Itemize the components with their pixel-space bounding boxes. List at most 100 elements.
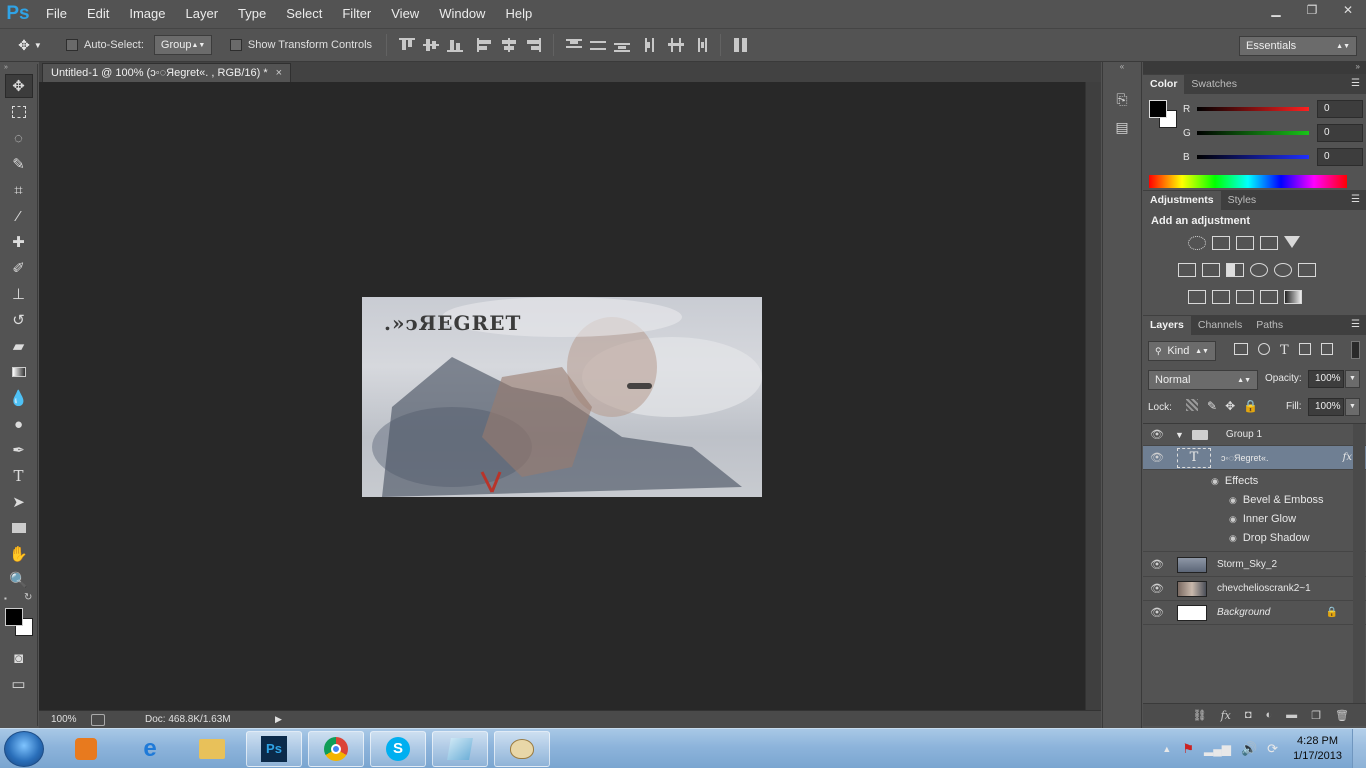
close-tab-icon[interactable]: × [276,67,282,79]
levels-icon[interactable] [1212,236,1230,250]
align-top-icon[interactable] [399,38,416,52]
history-brush-tool-icon[interactable]: ↺ [5,308,33,332]
effects-header[interactable]: ◉ Effects [1211,475,1258,487]
filter-toggle-icon[interactable] [1351,341,1360,359]
eye-icon[interactable]: ◉ [1229,533,1237,544]
marquee-tool-icon[interactable] [5,100,33,124]
blend-mode-dropdown[interactable]: Normal ▲▼ [1148,370,1258,390]
workspace-dropdown[interactable]: Essentials ▲▼ [1239,36,1357,56]
align-vcenter-icon[interactable] [423,38,440,52]
type-tool-icon[interactable]: T [5,464,33,488]
exposure-icon[interactable] [1260,236,1278,250]
opacity-value[interactable]: 100% [1308,370,1344,388]
pen-tool-icon[interactable]: ✒ [5,438,33,462]
document-tab[interactable]: Untitled-1 @ 100% (ↄ◦◌Яegret«. , RGB/16)… [42,63,292,82]
effect-item[interactable]: ◉ Bevel & Emboss [1229,494,1324,506]
blur-tool-icon[interactable]: 💧 [5,386,33,410]
distribute-right-icon[interactable] [692,38,708,52]
menu-view[interactable]: View [381,0,429,28]
color-balance-icon[interactable] [1202,263,1220,277]
clone-stamp-tool-icon[interactable]: ⊥ [5,282,33,306]
action-center-icon[interactable]: ⚑ [1182,741,1194,757]
panel-foreground-color[interactable] [1149,100,1167,118]
add-style-icon[interactable]: fx [1221,709,1231,722]
quick-selection-tool-icon[interactable]: ✎ [5,152,33,176]
vertical-scrollbar[interactable] [1085,82,1101,710]
brightness-contrast-icon[interactable] [1188,236,1206,250]
eye-icon[interactable]: ◉ [1229,495,1237,506]
minimize-icon[interactable]: ▁ [1258,0,1294,20]
eye-icon[interactable]: ◉ [1211,476,1219,487]
tab-adjustments[interactable]: Adjustments [1143,191,1221,210]
menu-type[interactable]: Type [228,0,276,28]
menu-file[interactable]: File [36,0,77,28]
show-transform-checkbox[interactable]: Show Transform Controls [229,39,372,51]
close-icon[interactable]: ✕ [1330,0,1366,20]
align-left-icon[interactable] [477,38,493,52]
smart-object-filter-icon[interactable] [1320,343,1333,355]
layer-row[interactable]: 👁 chevcheliosсrank2~1 [1143,577,1366,601]
distribute-bottom-icon[interactable] [614,38,631,52]
opacity-dropdown-icon[interactable]: ▼ [1345,370,1360,388]
gradient-map-icon[interactable] [1284,290,1302,304]
layer-name[interactable]: Group 1 [1226,429,1262,440]
curves-icon[interactable] [1236,236,1254,250]
default-colors-icon[interactable]: ▪ [4,594,7,603]
red-slider[interactable] [1197,107,1309,111]
show-desktop-button[interactable] [1352,729,1366,768]
new-group-icon[interactable]: ▬ [1286,709,1297,721]
menu-window[interactable]: Window [429,0,495,28]
panel-menu-icon[interactable]: ☰ [1351,78,1360,89]
link-layers-icon[interactable]: ⛓ [1193,709,1207,722]
clock[interactable]: 4:28 PM 1/17/2013 [1283,734,1352,764]
lock-position-icon[interactable]: ✥ [1225,399,1235,413]
layer-kind-filter[interactable]: ⚲ Kind ▲▼ [1148,341,1216,361]
distribute-vcenter-icon[interactable] [590,38,607,52]
sync-icon[interactable]: ⟳ [1267,741,1278,757]
menu-image[interactable]: Image [119,0,175,28]
fx-badge[interactable]: fx [1343,452,1352,463]
shape-tool-icon[interactable] [5,516,33,540]
distribute-top-icon[interactable] [566,38,583,52]
layer-row-group[interactable]: 👁 ▼ Group 1 [1143,424,1366,446]
tab-channels[interactable]: Channels [1191,316,1249,335]
lock-image-icon[interactable]: ✎ [1207,399,1217,413]
threshold-icon[interactable] [1236,290,1254,304]
zoom-tool-icon[interactable]: 🔍 [5,568,33,592]
zoom-level[interactable]: 100% [39,714,83,725]
brush-tool-icon[interactable]: ✐ [5,256,33,280]
properties-panel-icon[interactable]: ▤ [1108,116,1136,138]
new-adjustment-icon[interactable]: ◐ [1266,709,1273,721]
layer-name[interactable]: Background [1217,607,1270,618]
photoshop-taskbar-icon[interactable]: Ps [246,731,302,767]
history-panel-icon[interactable]: ⎘ [1108,88,1136,110]
distribute-hcenter-icon[interactable] [668,38,685,52]
align-hcenter-icon[interactable] [501,38,517,52]
pixel-filter-icon[interactable] [1234,343,1248,355]
shape-filter-icon[interactable] [1298,343,1311,355]
eye-icon[interactable]: 👁 [1143,451,1171,464]
new-layer-icon[interactable]: ❐ [1311,709,1321,722]
green-slider[interactable] [1197,131,1309,135]
file-explorer-icon[interactable] [184,731,240,767]
distribute-left-icon[interactable] [644,38,660,52]
tab-layers[interactable]: Layers [1143,316,1191,335]
panel-menu-icon[interactable]: ☰ [1351,194,1360,205]
adjustment-filter-icon[interactable] [1258,343,1270,355]
tab-styles[interactable]: Styles [1221,191,1264,210]
tab-paths[interactable]: Paths [1249,316,1290,335]
vibrance-icon[interactable] [1284,236,1300,248]
red-value[interactable]: 0 [1317,100,1363,118]
fill-value[interactable]: 100% [1308,398,1344,416]
dodge-tool-icon[interactable]: ● [5,412,33,436]
show-hidden-icons-icon[interactable]: ▲ [1162,744,1171,754]
tab-color[interactable]: Color [1143,75,1185,94]
layer-row-text-selected[interactable]: 👁 T ↄ◦◌Яegret«. fx [1143,446,1366,470]
type-filter-icon[interactable]: T [1280,343,1289,358]
color-spectrum-bar[interactable] [1149,175,1347,188]
auto-select-dropdown[interactable]: Group ▲▼ [153,35,212,55]
photo-filter-icon[interactable] [1250,263,1268,277]
green-value[interactable]: 0 [1317,124,1363,142]
selective-color-icon[interactable] [1260,290,1278,304]
tab-swatches[interactable]: Swatches [1184,75,1244,94]
